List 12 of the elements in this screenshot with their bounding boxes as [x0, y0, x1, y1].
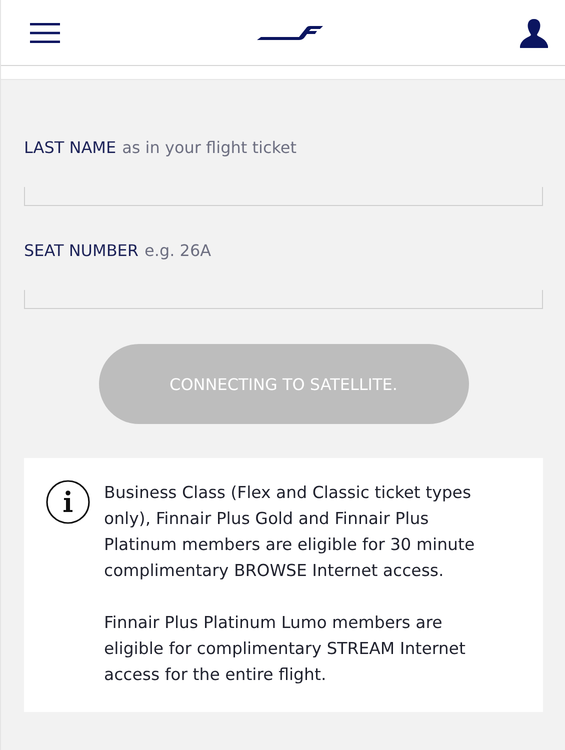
field-label: SEAT NUMBER: [24, 240, 139, 262]
info-icon: [46, 480, 90, 524]
field-hint: e.g. 26A: [144, 240, 212, 262]
field-label: LAST NAME: [24, 137, 116, 159]
menu-icon[interactable]: [30, 22, 60, 42]
field-hint: as in your flight ticket: [122, 137, 297, 159]
info-text: Business Class (Flex and Classic ticket types only), Finnair Plus Gold and Finnair Plus Platinum members are eligible for 30 minute complimentary BROWSE Internet access.: [104, 482, 476, 582]
user-icon[interactable]: [519, 18, 549, 48]
input-field[interactable]: [24, 187, 543, 206]
info-text: Finnair Plus Platinum Lumo members are eligible for complimentary STREAM Internet access for the entire flight.: [104, 612, 466, 686]
input-field[interactable]: [24, 290, 543, 309]
logo-icon: [256, 24, 322, 40]
